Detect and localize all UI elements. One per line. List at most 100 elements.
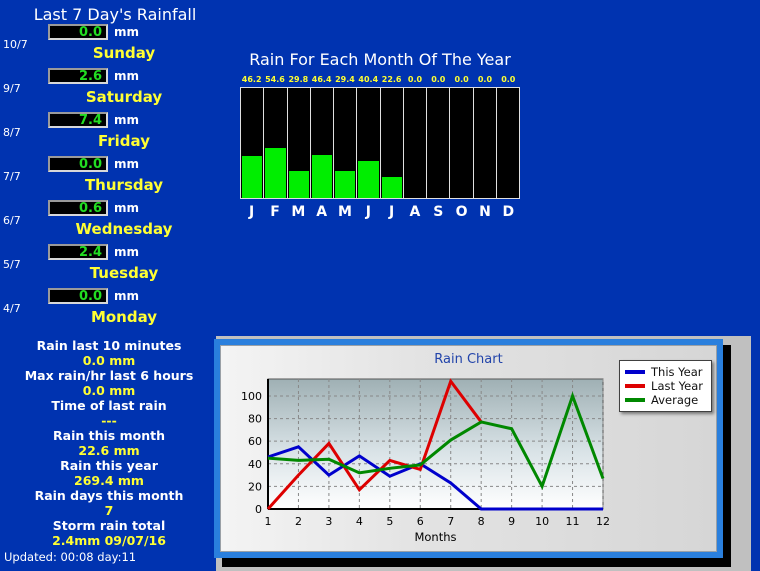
x-tick-label: 8 — [478, 515, 485, 528]
page-title: Last 7 Day's Rainfall — [33, 5, 197, 24]
stat-label: Rain last 10 minutes — [36, 338, 182, 353]
x-tick-label: 9 — [508, 515, 515, 528]
legend-label: This Year — [651, 365, 703, 379]
monthly-bar-cell — [334, 88, 358, 198]
day-name: Sunday — [92, 44, 156, 62]
rainfall-value: 7.4 — [48, 112, 108, 128]
stat-value: 0.0 mm — [82, 383, 136, 398]
y-tick-label: 60 — [248, 435, 262, 448]
x-tick-label: 6 — [417, 515, 424, 528]
x-tick-label: 2 — [295, 515, 302, 528]
monthly-bar-fill — [311, 155, 332, 198]
x-tick-label: 5 — [386, 515, 393, 528]
legend-color-swatch — [625, 398, 646, 402]
monthly-value-label: 22.6 — [381, 75, 402, 84]
monthly-bar-cell — [241, 88, 265, 198]
monthly-month-labels: JFMAMJJASOND — [240, 204, 520, 220]
stat-label: Rain days this month — [34, 488, 184, 503]
monthly-month-label: M — [338, 204, 352, 220]
rainfall-value: 0.0 — [48, 288, 108, 304]
day-name: Thursday — [84, 176, 164, 194]
rainfall-unit: mm — [114, 245, 140, 259]
monthly-month-label: O — [455, 204, 468, 220]
day-row: 5/7 2.4 mm Tuesday — [0, 244, 218, 288]
stat-value: 7 — [104, 503, 114, 518]
monthly-value-label: 29.4 — [335, 75, 355, 84]
day-reading: 7.4 mm — [48, 112, 139, 128]
rainfall-value: 0.6 — [48, 200, 108, 216]
monthly-value-label: 0.0 — [431, 75, 446, 84]
monthly-value-label: 0.0 — [407, 75, 423, 84]
monthly-bar-cell — [357, 88, 381, 198]
rainfall-unit: mm — [114, 289, 140, 303]
monthly-bar-fill — [242, 155, 263, 198]
monthly-bar-cell — [497, 88, 519, 198]
monthly-value-label: 54.6 — [265, 75, 285, 84]
day-name: Tuesday — [89, 264, 159, 282]
monthly-value-label: 0.0 — [454, 75, 469, 84]
monthly-month-label: J — [365, 204, 371, 220]
stat-value: 2.4mm 09/07/16 — [52, 533, 166, 548]
stat-label: Max rain/hr last 6 hours — [24, 368, 194, 383]
y-tick-label: 0 — [255, 503, 262, 516]
x-tick-label: 10 — [535, 515, 549, 528]
monthly-value-label: 40.4 — [358, 75, 379, 84]
y-tick-label: 40 — [248, 458, 262, 471]
day-row: 9/7 2.6 mm Saturday — [0, 68, 218, 112]
monthly-value-label: 0.0 — [501, 75, 516, 84]
monthly-bar-fill — [358, 160, 379, 198]
monthly-month-label: A — [409, 204, 421, 220]
monthly-chart-title: Rain For Each Month Of The Year — [249, 50, 511, 69]
rainfall-value: 0.0 — [48, 24, 108, 40]
stat-value: 269.4 mm — [74, 473, 144, 488]
day-row: 10/7 0.0 mm Sunday — [0, 24, 218, 68]
monthly-value-label: 0.0 — [477, 75, 493, 84]
monthly-bar-cell — [264, 88, 288, 198]
day-reading: 0.0 mm — [48, 288, 139, 304]
rainfall-unit: mm — [114, 25, 140, 39]
stat-label: Rain this year — [60, 458, 158, 473]
monthly-bar-fill — [288, 170, 309, 198]
monthly-month-label: M — [291, 204, 306, 220]
rainfall-unit: mm — [114, 201, 140, 215]
rain-statistics: Rain last 10 minutes 0.0 mm Max rain/hr … — [0, 338, 218, 548]
monthly-bar-cell — [381, 88, 404, 198]
monthly-month-label: J — [249, 204, 255, 220]
updated-timestamp: Updated: 00:08 day:11 — [4, 550, 137, 564]
y-tick-label: 80 — [248, 413, 262, 426]
y-tick-label: 100 — [241, 390, 262, 403]
rain-chart-legend: This Year Last Year Average — [619, 360, 712, 412]
day-reading: 2.6 mm — [48, 68, 139, 84]
monthly-value-label: 29.8 — [288, 75, 309, 84]
day-name: Saturday — [85, 88, 163, 106]
x-tick-label: 1 — [265, 515, 272, 528]
day-row: 7/7 0.0 mm Thursday — [0, 156, 218, 200]
rainfall-value: 2.4 — [48, 244, 108, 260]
x-axis-label: Months — [414, 530, 456, 544]
monthly-bars — [240, 87, 520, 199]
monthly-month-label: N — [479, 204, 491, 220]
monthly-value-label: 46.2 — [241, 75, 262, 84]
x-tick-label: 3 — [325, 515, 332, 528]
x-tick-label: 11 — [566, 515, 580, 528]
day-name: Wednesday — [75, 220, 173, 238]
monthly-value-label: 46.4 — [311, 75, 332, 84]
stat-value: 0.0 mm — [82, 353, 136, 368]
x-tick-label: 4 — [356, 515, 363, 528]
legend-item: Average — [625, 393, 703, 407]
monthly-bar-cell — [474, 88, 497, 198]
legend-label: Last Year — [651, 379, 703, 393]
stat-value: --- — [101, 413, 117, 428]
rain-chart-window: Rain Chart 0 20 40 60 80 100 1 2 3 4 5 6 7 8 9 10 11 12 Mo… — [214, 339, 723, 558]
x-tick-label: 12 — [596, 515, 610, 528]
day-reading: 0.0 mm — [48, 24, 139, 40]
monthly-month-label: S — [433, 204, 444, 220]
monthly-value-labels: 46.2 54.6 29.8 46.4 29.4 40.4 22.6 0.0 0.0 0.0 0.0… — [240, 75, 520, 84]
day-name: Monday — [90, 308, 158, 326]
stat-label: Storm rain total — [52, 518, 166, 533]
monthly-bar-fill — [335, 171, 356, 198]
monthly-month-label: J — [389, 204, 395, 220]
x-tick-label: 7 — [447, 515, 454, 528]
stat-label: Rain this month — [53, 428, 165, 443]
day-reading: 0.6 mm — [48, 200, 139, 216]
